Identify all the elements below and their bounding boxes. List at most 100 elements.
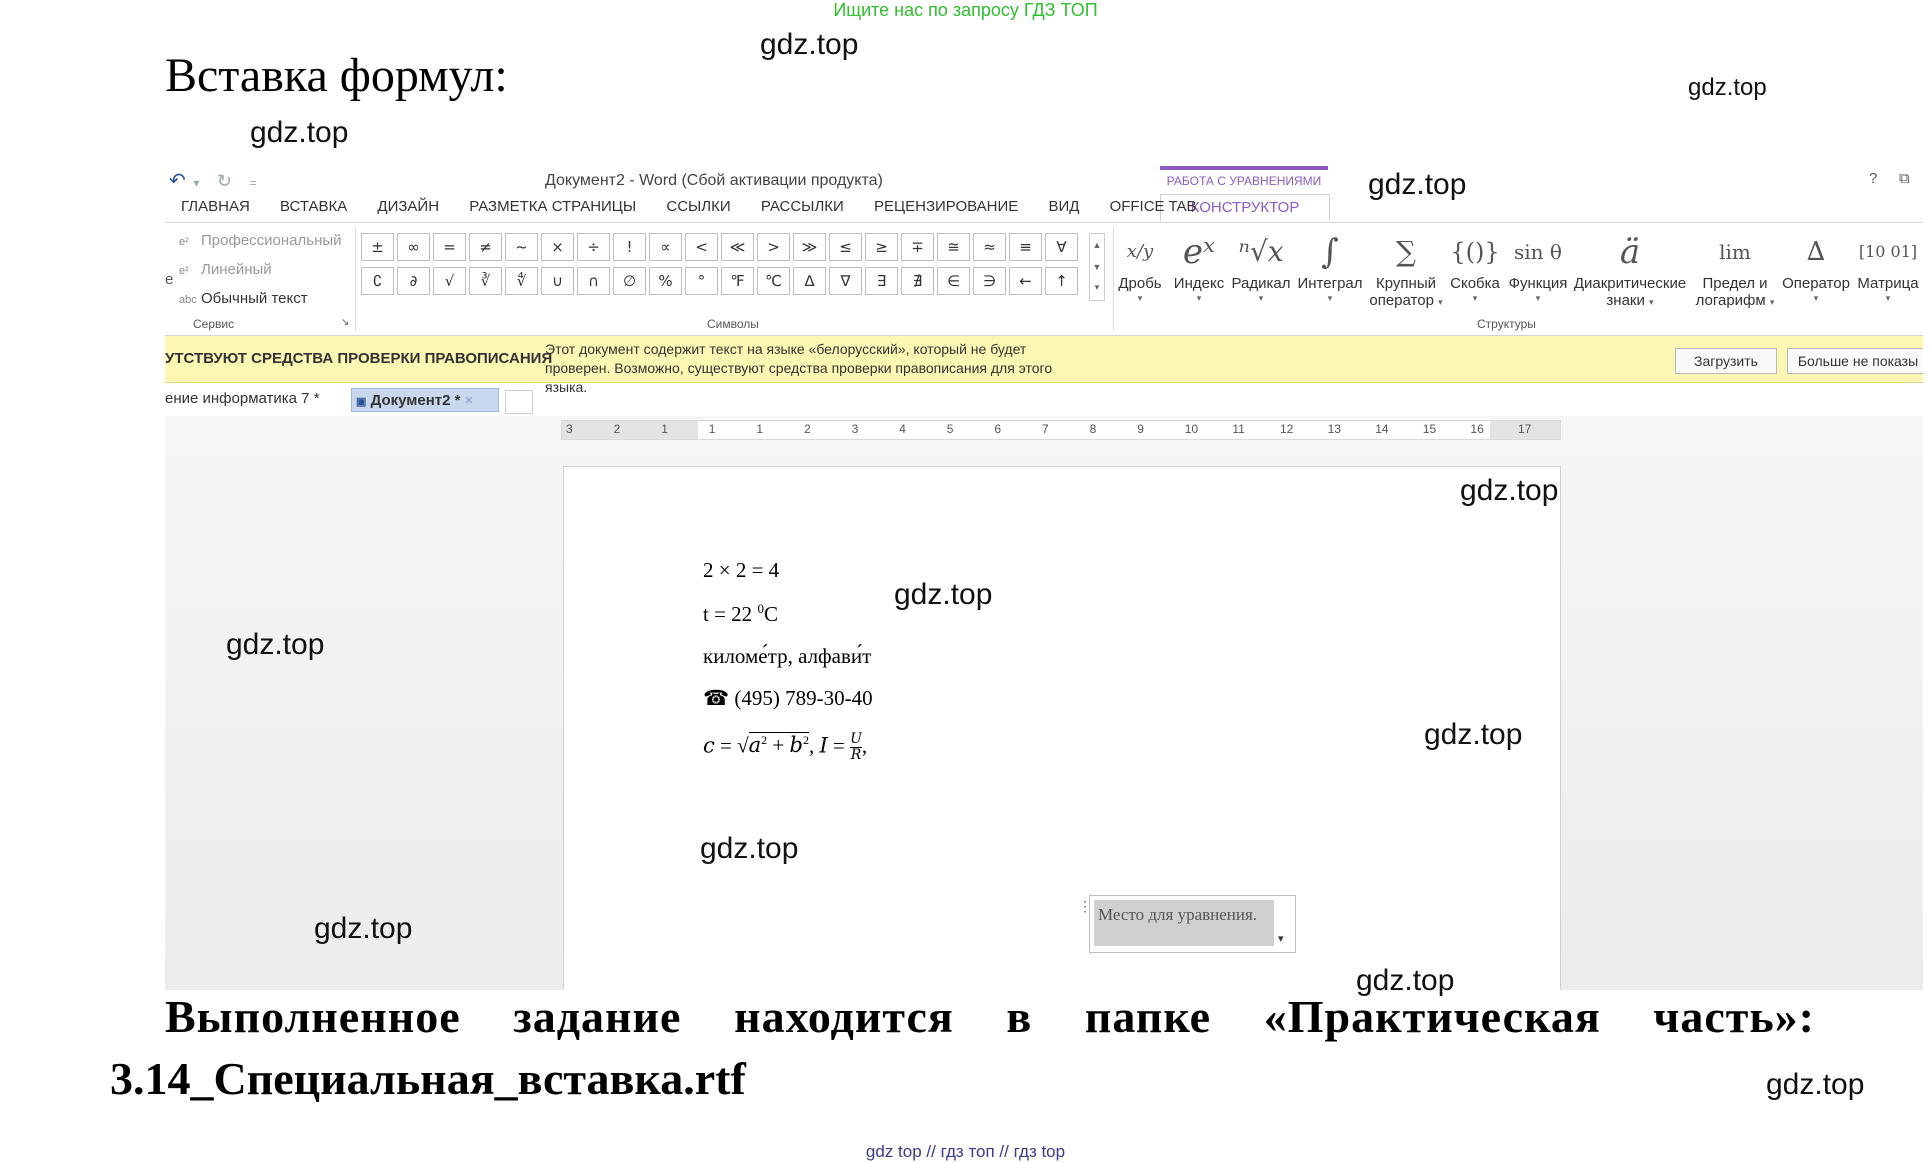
doc-tab-previous[interactable]: ение информатика 7 * [165,390,320,414]
limit-icon: lim [1719,240,1751,264]
download-button[interactable]: Загрузить [1675,348,1777,374]
symbol-button[interactable]: ∝ [649,233,682,261]
function-button[interactable]: sin θ Функция ▾ [1507,229,1569,304]
gallery-more-icon[interactable]: ▾ [1090,278,1104,296]
symbol-button[interactable]: ℉ [721,267,754,295]
symbol-button[interactable]: ∪ [541,267,574,295]
undo-dropdown-icon[interactable]: ▾ [193,176,199,190]
document-page[interactable] [563,466,1561,990]
tab-insert[interactable]: ВСТАВКА [280,198,347,215]
tab-review[interactable]: РЕЦЕНЗИРОВАНИЕ [874,198,1018,215]
bracket-button[interactable]: {()} Скобка ▾ [1447,229,1503,304]
horizontal-ruler[interactable]: 3 2 1 1 1 2 3 4 5 6 7 8 9 10 11 12 13 14 15 16 17 [561,420,1561,440]
symbol-button[interactable]: ∛ [469,267,502,295]
symbol-button[interactable]: ∂ [397,267,430,295]
symbol-button[interactable]: < [685,233,718,261]
radical-button[interactable]: ⁿ√x Радикал ▾ [1231,229,1291,304]
integral-button[interactable]: ∫ Интеграл ▾ [1297,229,1363,304]
gallery-scrollbar[interactable]: ▲ ▼ ▾ [1089,233,1105,301]
linear-option[interactable]: e² Линейный [179,256,342,285]
restore-icon[interactable]: ⧉ [1899,170,1910,187]
chevron-down-icon: ▾ [1649,297,1654,307]
chevron-down-icon: ▾ [1137,293,1143,303]
symbol-button[interactable]: ≥ [865,233,898,261]
service-launcher-icon[interactable]: ↘ [341,317,349,328]
operator-button[interactable]: ∆ Оператор ▾ [1779,229,1853,304]
symbol-button[interactable]: ~ [505,233,538,261]
tab-references[interactable]: ССЫЛКИ [666,198,730,215]
equation-placeholder[interactable]: ⋮ Место для уравнения. ▾ [1078,895,1296,953]
undo-icon[interactable]: ↶ [169,168,186,193]
symbol-button[interactable]: ≈ [973,233,1006,261]
script-button[interactable]: eˣ Индекс ▾ [1171,229,1227,304]
tab-mailings[interactable]: РАССЫЛКИ [761,198,844,215]
doc-line-equation[interactable]: c = √a2 + b2, I = UR, [703,732,867,763]
symbol-button[interactable]: ∜ [505,267,538,295]
tab-home[interactable]: ГЛАВНАЯ [181,198,250,215]
symbol-button[interactable]: > [757,233,790,261]
symbol-button[interactable]: ≠ [469,233,502,261]
symbol-button[interactable]: ∅ [613,267,646,295]
symbol-button[interactable]: ∁ [361,267,394,295]
radical-icon: ⁿ√x [1238,235,1284,268]
symbol-button[interactable]: ≅ [937,233,970,261]
symbol-button[interactable]: = [433,233,466,261]
ruler-number: 1 [661,422,668,436]
symbol-button[interactable]: ∃ [865,267,898,295]
large-operator-button[interactable]: ∑ Крупный оператор ▾ [1369,229,1443,309]
tab-page-layout[interactable]: РАЗМЕТКА СТРАНИЦЫ [469,198,636,215]
matrix-button[interactable]: [10 01] Матрица ▾ [1855,229,1921,304]
dont-show-again-button[interactable]: Больше не показы [1787,348,1923,374]
eq-c: c [703,733,715,758]
symbol-button[interactable]: ← [1009,267,1042,295]
symbol-button[interactable]: ∈ [937,267,970,295]
tab-office-tab[interactable]: OFFICE TAB [1110,198,1197,215]
doc-tab-active[interactable]: ▣ Документ2 * × [351,388,499,412]
close-icon[interactable]: × [465,392,474,409]
redo-icon[interactable]: ↻ [217,171,232,192]
symbol-button[interactable]: ℃ [757,267,790,295]
symbol-button[interactable]: √ [433,267,466,295]
symbol-button[interactable]: ∄ [901,267,934,295]
symbol-button[interactable]: ∆ [793,267,826,295]
symbol-button[interactable]: ∩ [577,267,610,295]
eq-b: b [789,733,803,758]
symbol-button[interactable]: ÷ [577,233,610,261]
symbol-button[interactable]: ≫ [793,233,826,261]
temperature-text: t = 22 [703,602,758,626]
customize-toolbar-icon[interactable]: = [250,176,257,190]
symbol-button[interactable]: ∞ [397,233,430,261]
symbol-button[interactable]: ∇ [829,267,862,295]
watermark: gdz.top [760,28,859,61]
chevron-down-icon[interactable]: ▾ [1278,932,1284,945]
symbol-button[interactable]: ! [613,233,646,261]
accent-button[interactable]: ä Диакритические знаки ▾ [1571,229,1689,309]
symbol-button[interactable]: ° [685,267,718,295]
symbol-button[interactable]: ± [361,233,394,261]
help-icon[interactable]: ? [1869,170,1877,187]
normal-text-option[interactable]: abc Обычный текст [179,285,342,314]
tab-design[interactable]: ДИЗАЙН [377,198,439,215]
symbol-button[interactable]: × [541,233,574,261]
symbol-button[interactable]: ≪ [721,233,754,261]
professional-option[interactable]: e² Профессиональный [179,227,342,256]
radicand: a2 + b2 [748,732,809,758]
limit-log-button[interactable]: lim Предел и логарифм ▾ [1693,229,1777,309]
symbol-button[interactable]: ∀ [1045,233,1078,261]
celsius-unit: C [763,602,778,626]
symbol-button[interactable]: % [649,267,682,295]
new-tab-button[interactable] [505,390,533,414]
tab-view[interactable]: ВИД [1048,198,1079,215]
symbol-button[interactable]: ∋ [973,267,1006,295]
watermark: gdz.top [1368,168,1467,201]
symbol-button[interactable]: ↑ [1045,267,1078,295]
symbol-button[interactable]: ≤ [829,233,862,261]
symbol-button[interactable]: ≡ [1009,233,1042,261]
symbol-button[interactable]: ∓ [901,233,934,261]
scroll-up-icon[interactable]: ▲ [1090,234,1104,256]
drag-handle-icon[interactable]: ⋮ [1078,898,1092,915]
chevron-down-icon: ▾ [1813,293,1819,303]
scroll-down-icon[interactable]: ▼ [1090,256,1104,278]
script-label: Индекс [1173,275,1225,292]
fraction-button[interactable]: x/y Дробь ▾ [1117,229,1163,304]
